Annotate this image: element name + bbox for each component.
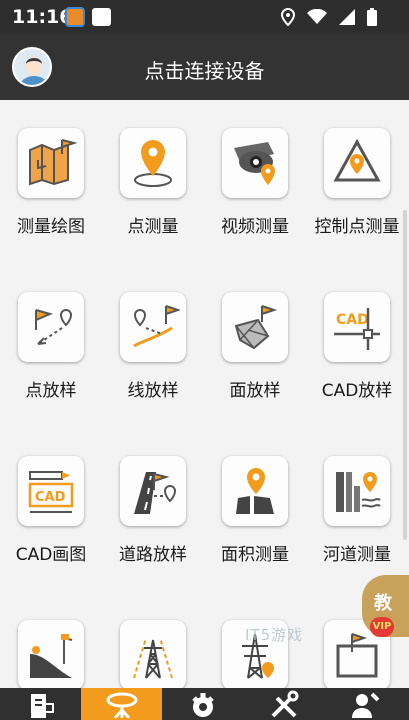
video-survey-icon: [222, 128, 288, 198]
signal-icon: [338, 8, 355, 25]
tile-cad-stakeout[interactable]: CAD CAD放样: [306, 292, 408, 401]
header-bar: 点击连接设备: [0, 34, 409, 100]
bottom-navigation: [0, 688, 409, 720]
svg-text:CAD: CAD: [35, 490, 66, 505]
tools-icon: [271, 690, 298, 718]
wifi-icon: [306, 8, 327, 24]
tab-user-settings[interactable]: [324, 688, 405, 720]
tile-label: 测量绘图: [17, 217, 85, 237]
tile-label: CAD放样: [321, 381, 393, 401]
point-stakeout-icon: [18, 292, 84, 362]
tile-map-survey[interactable]: 测量绘图: [0, 128, 102, 237]
function-grid: 测量绘图 点测量 视频测量 控制点测量 点放样 线放样 面放样 CAD CAD放…: [0, 100, 409, 688]
status-bar: 11:16: [0, 0, 409, 34]
tile-label: 面积测量: [221, 545, 289, 565]
tile-line-stakeout[interactable]: 线放样: [102, 292, 204, 401]
tile-slope[interactable]: [0, 620, 102, 688]
tile-point-survey[interactable]: 点测量: [102, 128, 204, 237]
tile-surface-stakeout[interactable]: 面放样: [204, 292, 306, 401]
location-icon: [280, 7, 295, 26]
line-stakeout-icon: [120, 292, 186, 362]
road-stakeout-icon: [120, 456, 186, 526]
map-survey-icon: [18, 128, 84, 198]
tile-video-survey[interactable]: 视频测量: [204, 128, 306, 237]
app-notification-icon: [65, 7, 85, 27]
tutorial-label: 教: [374, 593, 392, 614]
tile-label: 点测量: [127, 217, 179, 237]
tile-area-survey[interactable]: 面积测量: [204, 456, 306, 565]
scrollbar[interactable]: [403, 210, 407, 540]
point-survey-icon: [120, 128, 186, 198]
status-time: 11:16: [12, 6, 73, 28]
tile-river-survey[interactable]: 河道测量: [306, 456, 408, 565]
tab-device[interactable]: [81, 688, 162, 720]
svg-text:CAD: CAD: [336, 312, 369, 328]
document-icon: [30, 694, 54, 718]
tile-control-point[interactable]: 控制点测量: [306, 128, 408, 237]
area-survey-icon: [222, 456, 288, 526]
tile-cad-drawing[interactable]: CAD CAD画图: [0, 456, 102, 565]
status-icons: [274, 6, 377, 26]
river-survey-icon: [324, 456, 390, 526]
tile-tower[interactable]: [102, 620, 204, 688]
page-title[interactable]: 点击连接设备: [0, 55, 409, 84]
app-notification-icon: [92, 8, 111, 26]
tile-label: 点放样: [25, 381, 77, 401]
tab-tools[interactable]: [243, 688, 324, 720]
cad-stakeout-icon: CAD: [324, 292, 390, 362]
tile-label: 线放样: [127, 381, 179, 401]
gnss-device-icon: [106, 692, 137, 718]
user-settings-icon: [351, 692, 379, 718]
tile-label: 道路放样: [119, 545, 187, 565]
tile-point-stakeout[interactable]: 点放样: [0, 292, 102, 401]
tab-settings[interactable]: [162, 688, 243, 720]
gear-icon: [191, 693, 214, 717]
tab-project[interactable]: [0, 688, 81, 720]
surface-stakeout-icon: [222, 292, 288, 362]
cad-drawing-icon: CAD: [18, 456, 84, 526]
tile-label: CAD画图: [15, 545, 87, 565]
vip-badge[interactable]: VIP: [370, 617, 394, 637]
tower-icon: [120, 620, 186, 688]
control-point-icon: [324, 128, 390, 198]
tile-label: 河道测量: [323, 545, 391, 565]
tile-road-stakeout[interactable]: 道路放样: [102, 456, 204, 565]
tile-label: 面放样: [229, 381, 281, 401]
tile-label: 控制点测量: [314, 217, 400, 237]
tile-label: 视频测量: [221, 217, 289, 237]
battery-icon: [367, 7, 377, 26]
slope-icon: [18, 620, 84, 688]
watermark-text: IT5游戏: [245, 626, 304, 644]
